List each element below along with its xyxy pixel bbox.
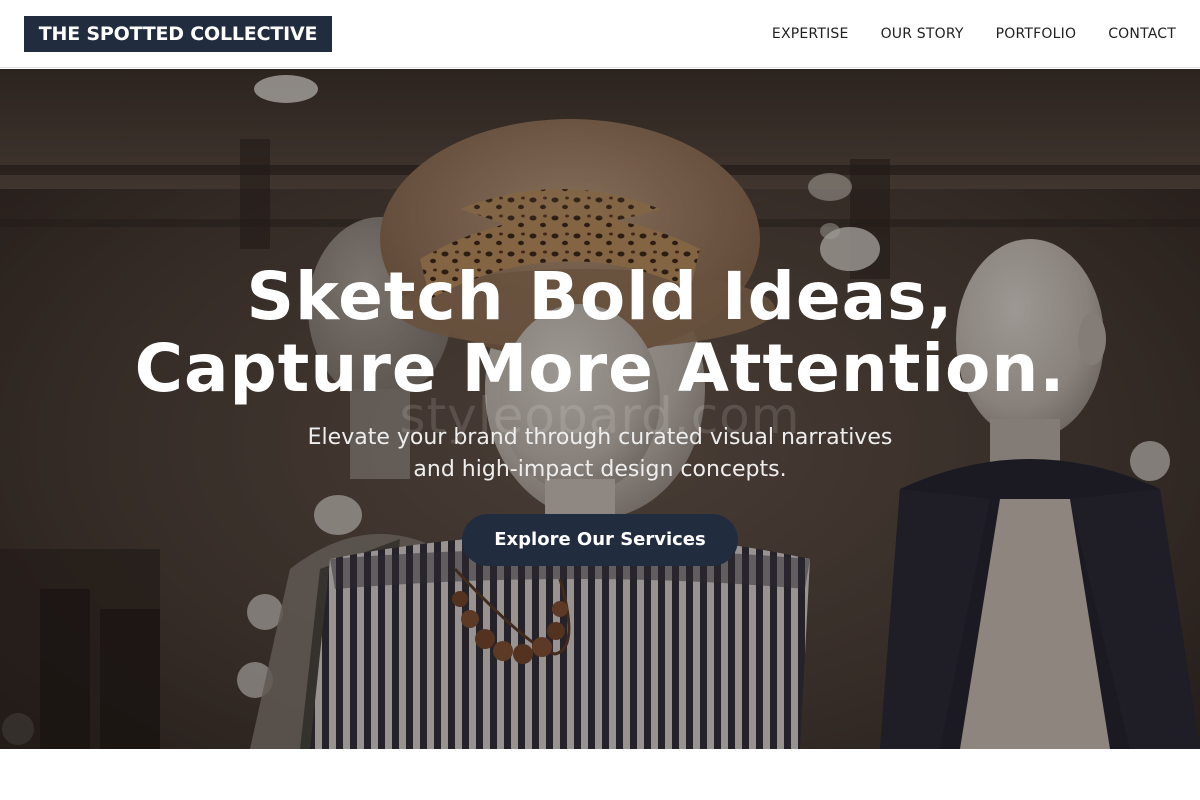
nav-link-expertise[interactable]: EXPERTISE bbox=[772, 26, 849, 42]
hero-title-line1: Sketch Bold Ideas, bbox=[246, 258, 954, 335]
site-header: THE SPOTTED COLLECTIVE EXPERTISE OUR STO… bbox=[0, 0, 1200, 68]
nav-link-contact[interactable]: CONTACT bbox=[1108, 26, 1176, 42]
explore-services-button[interactable]: Explore Our Services bbox=[462, 514, 738, 566]
main-nav: EXPERTISE OUR STORY PORTFOLIO CONTACT bbox=[772, 0, 1176, 68]
hero-title-line2: Capture More Attention. bbox=[134, 330, 1066, 407]
hero-title: Sketch Bold Ideas, Capture More Attentio… bbox=[0, 261, 1200, 405]
site-logo[interactable]: THE SPOTTED COLLECTIVE bbox=[24, 16, 332, 52]
nav-link-our-story[interactable]: OUR STORY bbox=[881, 26, 964, 42]
hero-subtitle: Elevate your brand through curated visua… bbox=[0, 422, 1200, 486]
hero-subtitle-line2: and high-impact design concepts. bbox=[413, 457, 787, 482]
nav-link-portfolio[interactable]: PORTFOLIO bbox=[996, 26, 1077, 42]
hero-subtitle-line1: Elevate your brand through curated visua… bbox=[307, 425, 893, 450]
hero-section: styleopard.com Sketch Bold Ideas, Captur… bbox=[0, 69, 1200, 749]
